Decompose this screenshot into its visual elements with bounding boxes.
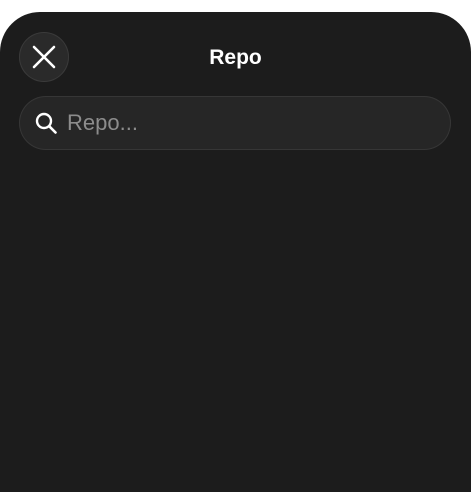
search-input[interactable] — [67, 96, 437, 150]
search-field[interactable] — [19, 96, 451, 150]
results-list — [0, 162, 471, 483]
sheet-header: Repo — [0, 12, 471, 104]
repo-picker-sheet: Repo — [0, 12, 471, 492]
search-icon — [35, 112, 57, 134]
page-title: Repo — [209, 46, 262, 69]
